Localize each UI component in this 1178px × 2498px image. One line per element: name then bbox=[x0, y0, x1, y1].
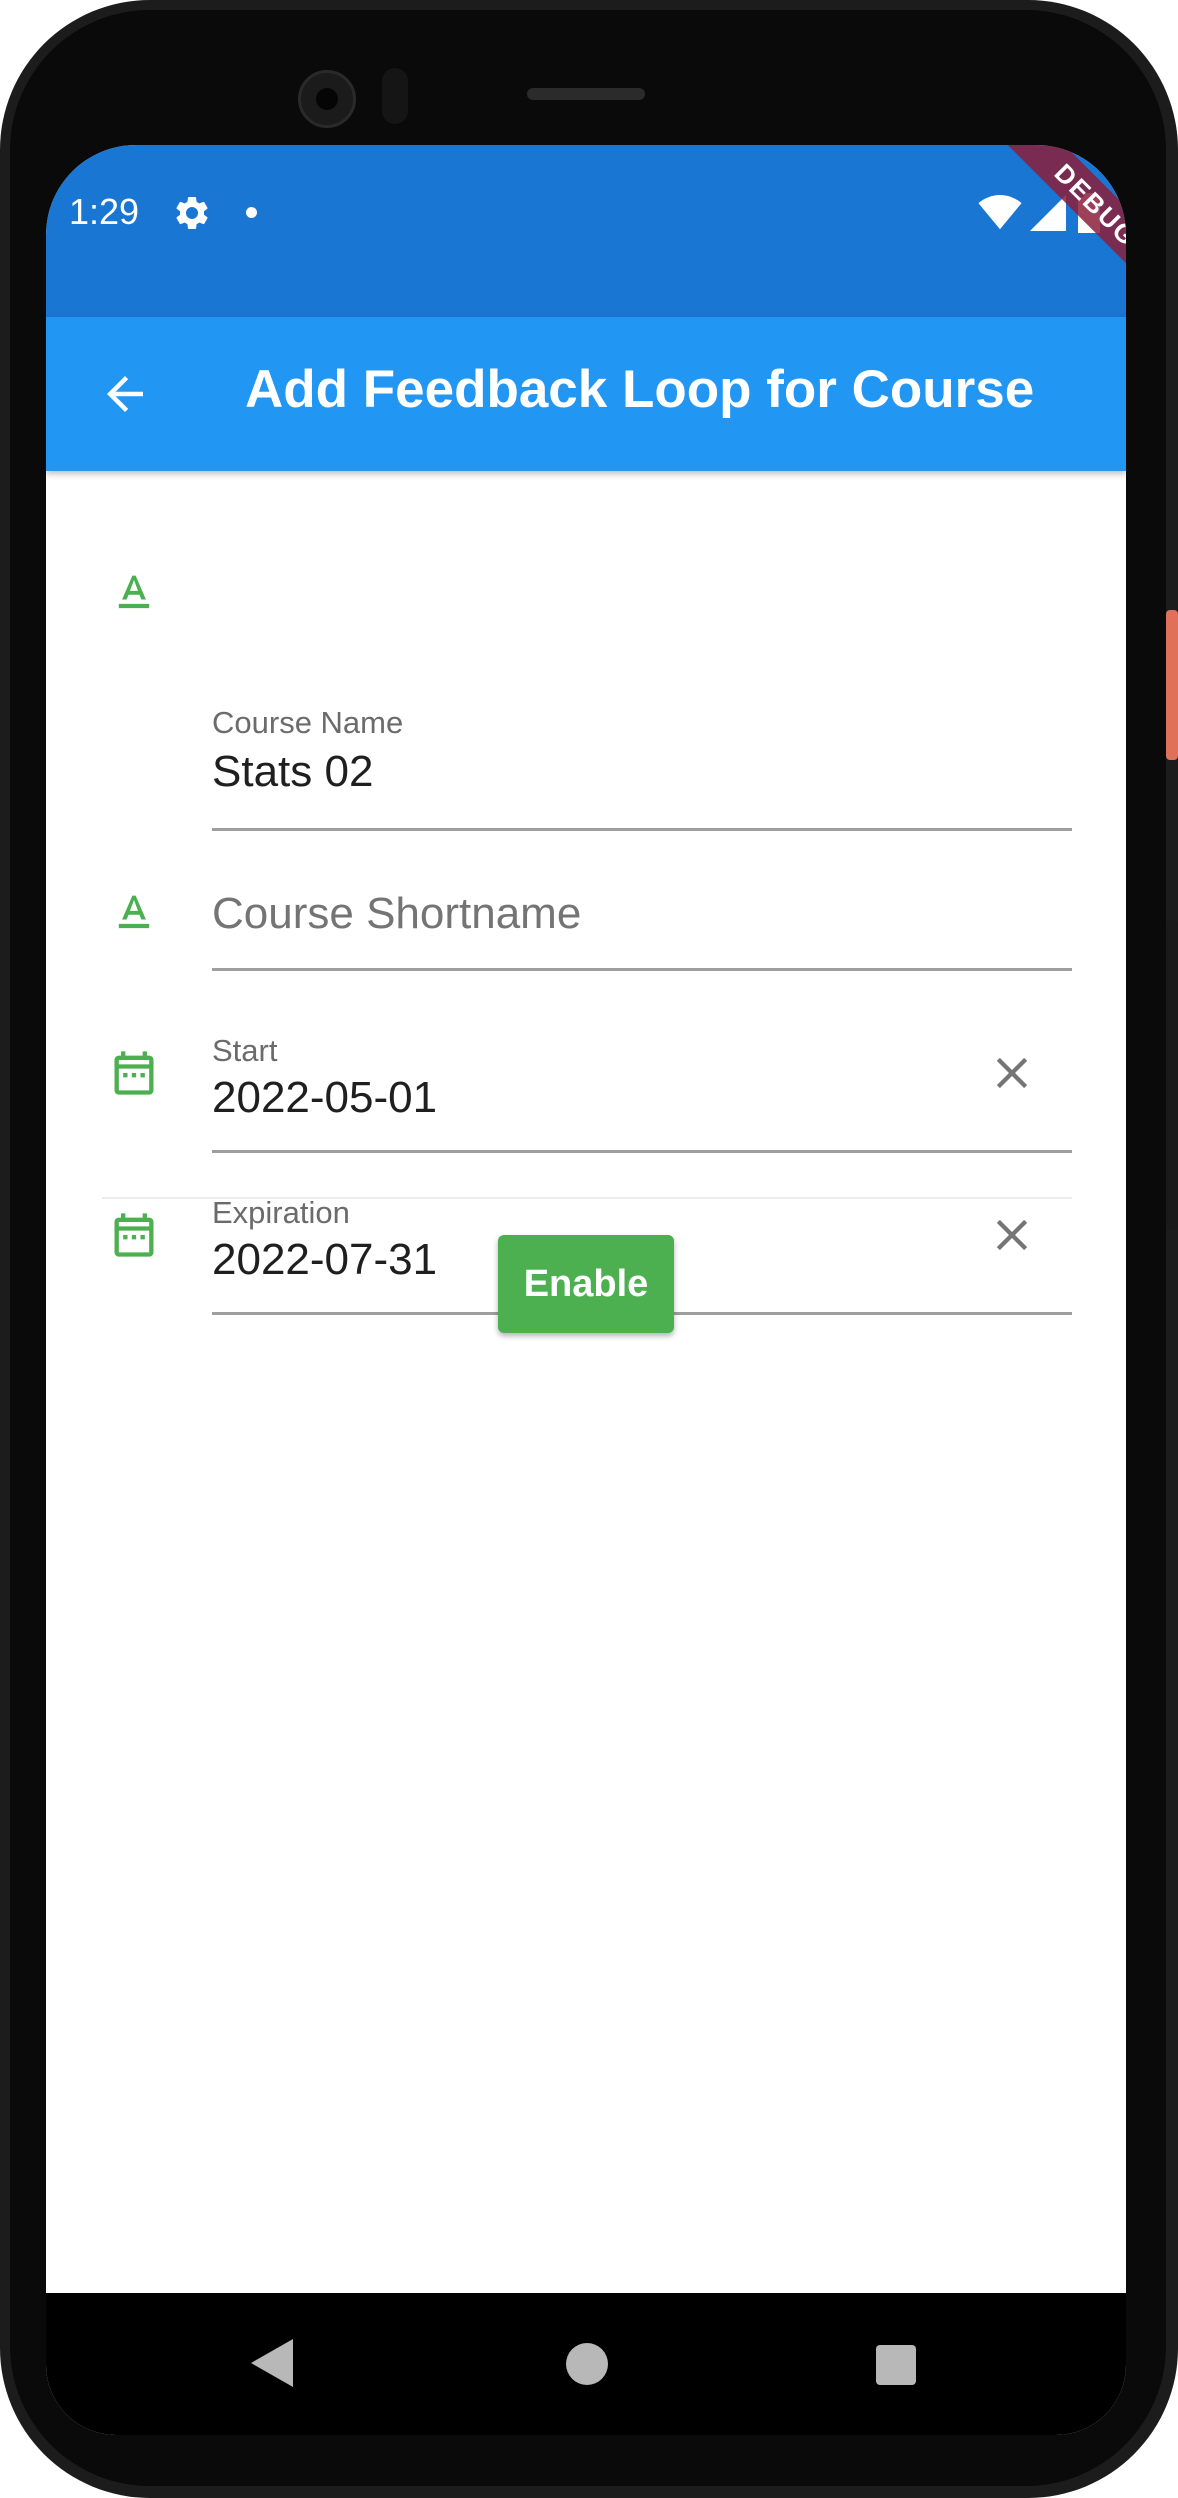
app-bar: Add Feedback Loop for Course bbox=[46, 317, 1126, 471]
screen: 1:29 DEBUG Add Feedback Loop for Course … bbox=[46, 145, 1126, 2435]
signal-icon bbox=[1028, 195, 1068, 236]
course-shortname-field[interactable] bbox=[46, 705, 1126, 971]
close-icon[interactable] bbox=[986, 1209, 1038, 1261]
phone-frame: 1:29 DEBUG Add Feedback Loop for Course … bbox=[0, 0, 1178, 2498]
nav-recents-icon[interactable] bbox=[876, 2345, 916, 2385]
status-time: 1:29 bbox=[69, 191, 140, 232]
volume-button bbox=[1166, 920, 1178, 1230]
page-title: Add Feedback Loop for Course bbox=[245, 360, 1035, 419]
front-camera bbox=[298, 70, 356, 128]
gear-icon bbox=[172, 193, 212, 238]
arrow-back-icon bbox=[98, 376, 152, 425]
expiration-value: 2022-07-31 bbox=[212, 1235, 438, 1284]
navigation-bar bbox=[46, 2293, 1126, 2435]
enable-button[interactable]: Enable bbox=[498, 1235, 674, 1333]
power-button bbox=[1166, 610, 1178, 760]
wifi-icon bbox=[978, 195, 1022, 236]
notification-dot-icon bbox=[246, 207, 257, 218]
start-date-field[interactable]: Start 2022-05-01 bbox=[46, 865, 1126, 1153]
nav-back-icon[interactable] bbox=[251, 2339, 293, 2392]
earpiece-speaker bbox=[527, 88, 645, 100]
nav-home-icon[interactable] bbox=[566, 2343, 608, 2385]
text-format-icon bbox=[108, 567, 160, 624]
back-button[interactable] bbox=[98, 367, 152, 421]
course-name-field[interactable]: Course Name Stats 02 bbox=[46, 515, 1126, 831]
expiration-label: Expiration bbox=[212, 1195, 350, 1230]
calendar-icon bbox=[108, 1209, 160, 1266]
status-bar: 1:29 DEBUG bbox=[46, 145, 1126, 317]
expiration-date-field[interactable]: Expiration 2022-07-31 bbox=[46, 1025, 1126, 1315]
proximity-sensor bbox=[382, 68, 408, 124]
divider bbox=[102, 1197, 1072, 1199]
